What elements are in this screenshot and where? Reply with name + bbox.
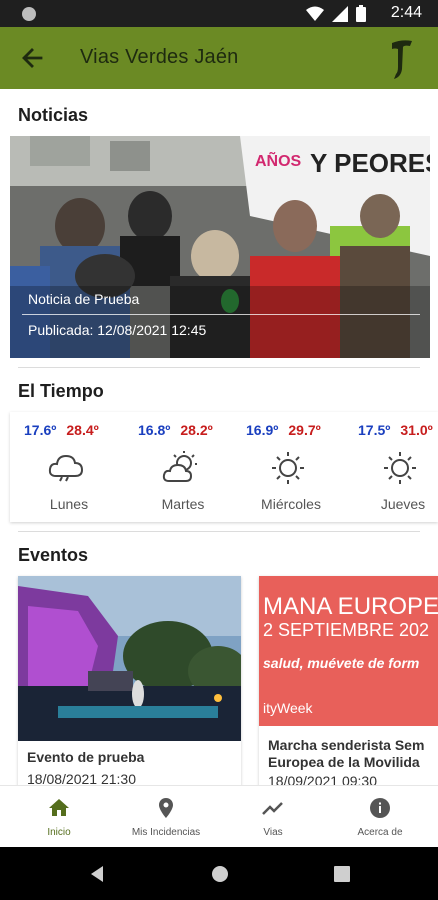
weather-day: 17.5º 31.0º Jueves (358, 412, 438, 522)
news-section-title: Noticias (18, 105, 89, 125)
news-divider (22, 314, 420, 315)
event-card[interactable]: Evento de prueba 18/08/2021 21:30 (18, 576, 241, 785)
events-section-title: Eventos (18, 545, 89, 565)
weather-strip[interactable]: 17.6º 28.4º Lunes 16.8º 28.2º Martes 16.9º… (10, 412, 438, 522)
news-card[interactable]: AÑOS Y PEORES Noticia de Prueba Publicad… (10, 136, 430, 358)
status-bar: 2:44 (0, 0, 438, 27)
temp-min: 17.5º (358, 422, 391, 438)
temp-max: 28.2º (180, 422, 213, 438)
nav-about[interactable]: Acerca de (325, 786, 435, 848)
event-title-line-2: Europea de la Movilida (268, 754, 420, 770)
news-title: Noticia de Prueba (28, 291, 140, 307)
weather-day: 17.6º 28.4º Lunes (24, 412, 124, 522)
app-bar: Vias Verdes Jaén (0, 27, 438, 89)
event-banner-image: MANA EUROPE 2 SEPTIEMBRE 202 salud, muév… (259, 576, 438, 726)
bottom-navigation: Inicio Mis Incidencias Vias Acerca de (0, 785, 438, 847)
sun-icon (272, 452, 304, 484)
banner-line-4: ityWeek (263, 700, 314, 716)
system-recents-icon[interactable] (334, 866, 350, 882)
app-title: Vias Verdes Jaén (80, 46, 239, 68)
nav-label: Inicio (47, 827, 71, 838)
event-photo (18, 576, 241, 741)
temp-min: 16.8º (138, 422, 171, 438)
main-content[interactable]: Noticias AÑOS Y PEORES Noticia de Prueba… (0, 89, 438, 785)
event-title: Marcha senderista Sem Europea de la Movi… (268, 737, 424, 771)
temp-min: 17.6º (24, 422, 57, 438)
day-name: Martes (161, 496, 205, 512)
nav-label: Mis Incidencias (131, 827, 201, 838)
banner-line-1: MANA EUROPE (263, 593, 438, 620)
banner-text-worse: Y PEORES (310, 148, 430, 178)
partly-cloudy-icon (162, 451, 197, 482)
nav-label: Vias (263, 827, 283, 838)
section-divider (18, 531, 420, 532)
clock: 2:44 (390, 4, 422, 21)
event-card[interactable]: MANA EUROPE 2 SEPTIEMBRE 202 salud, muév… (259, 576, 438, 785)
back-arrow-icon[interactable] (18, 44, 46, 72)
system-back-icon[interactable] (89, 865, 105, 883)
banner-line-2: 2 SEPTIEMBRE 202 (263, 620, 429, 640)
banner-text-years: AÑOS (255, 150, 302, 170)
day-name: Jueves (380, 496, 426, 512)
status-icons (306, 5, 366, 22)
system-navigation-bar (0, 847, 438, 900)
home-icon (49, 799, 69, 816)
cloud-icon (48, 454, 84, 482)
event-date: 18/08/2021 21:30 (27, 771, 136, 785)
info-icon (370, 798, 390, 818)
trend-line-icon (262, 802, 283, 815)
event-title: Evento de prueba (27, 749, 145, 765)
weather-section-title: El Tiempo (18, 381, 104, 401)
nav-label: Acerca de (357, 827, 403, 838)
location-pin-icon (159, 798, 173, 818)
day-name: Miércoles (261, 496, 321, 512)
section-divider (18, 367, 420, 368)
battery-icon (356, 5, 366, 22)
weather-day: 16.9º 29.7º Miércoles (246, 412, 346, 522)
notification-dot-icon (22, 7, 36, 21)
sun-icon (384, 452, 416, 484)
banner-line-3: salud, muévete de form (263, 655, 419, 671)
nav-incidents[interactable]: Mis Incidencias (111, 786, 221, 848)
nav-home[interactable]: Inicio (4, 786, 114, 848)
temp-min: 16.9º (246, 422, 279, 438)
wifi-icon (306, 6, 324, 21)
temp-max: 29.7º (288, 422, 321, 438)
nav-routes[interactable]: Vias (218, 786, 328, 848)
jaen-logo-icon (392, 40, 412, 79)
event-title-line-1: Marcha senderista Sem (268, 737, 425, 753)
temp-max: 28.4º (66, 422, 99, 438)
event-date: 18/09/2021 09:30 (268, 773, 377, 785)
weather-day: 16.8º 28.2º Martes (138, 412, 238, 522)
temp-max: 31.0º (400, 422, 433, 438)
news-date: Publicada: 12/08/2021 12:45 (28, 322, 207, 338)
system-home-icon[interactable] (211, 865, 229, 883)
signal-icon (332, 5, 348, 22)
day-name: Lunes (49, 496, 89, 512)
